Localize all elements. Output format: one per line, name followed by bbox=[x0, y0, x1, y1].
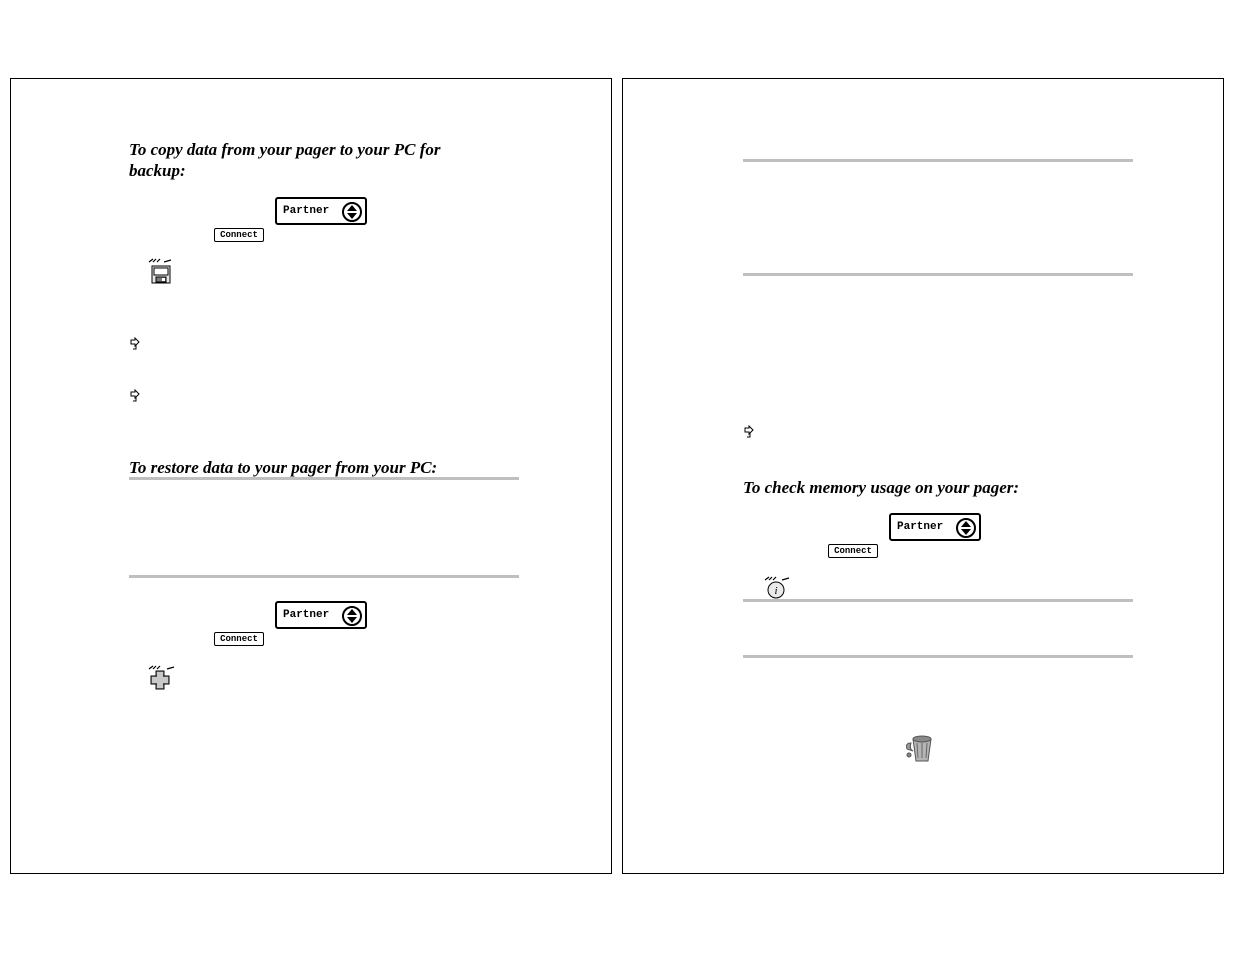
pointing-hand-icon bbox=[129, 337, 143, 351]
partner-selector[interactable]: Partner bbox=[889, 513, 981, 541]
heading-copy-data: To copy data from your pager to your PC … bbox=[129, 139, 489, 182]
partner-selector[interactable]: Partner bbox=[275, 197, 367, 225]
partner-label: Partner bbox=[897, 521, 943, 533]
divider bbox=[129, 477, 519, 480]
save-disk-icon bbox=[147, 258, 175, 286]
divider bbox=[743, 655, 1133, 658]
divider bbox=[743, 599, 1133, 602]
heading-check-memory: To check memory usage on your pager: bbox=[743, 477, 1123, 498]
pointing-hand-icon bbox=[743, 425, 757, 439]
connect-button[interactable]: Connect bbox=[214, 632, 264, 646]
connect-button[interactable]: Connect bbox=[214, 228, 264, 242]
partner-selector[interactable]: Partner bbox=[275, 601, 367, 629]
connect-button[interactable]: Connect bbox=[828, 544, 878, 558]
updown-arrow-icon bbox=[956, 518, 976, 538]
divider bbox=[743, 159, 1133, 162]
updown-arrow-icon bbox=[342, 606, 362, 626]
pointing-hand-icon bbox=[129, 389, 143, 403]
divider bbox=[129, 575, 519, 578]
memory-info-icon: i bbox=[763, 575, 793, 601]
divider bbox=[743, 273, 1133, 276]
updown-arrow-icon bbox=[342, 202, 362, 222]
partner-label: Partner bbox=[283, 205, 329, 217]
partner-label: Partner bbox=[283, 609, 329, 621]
svg-text:i: i bbox=[774, 585, 777, 597]
heading-restore-data: To restore data to your pager from your … bbox=[129, 457, 509, 478]
restore-icon bbox=[147, 664, 179, 692]
page-right: To check memory usage on your pager: Par… bbox=[622, 78, 1224, 874]
page-left: To copy data from your pager to your PC … bbox=[10, 78, 612, 874]
trash-icon bbox=[901, 729, 937, 765]
